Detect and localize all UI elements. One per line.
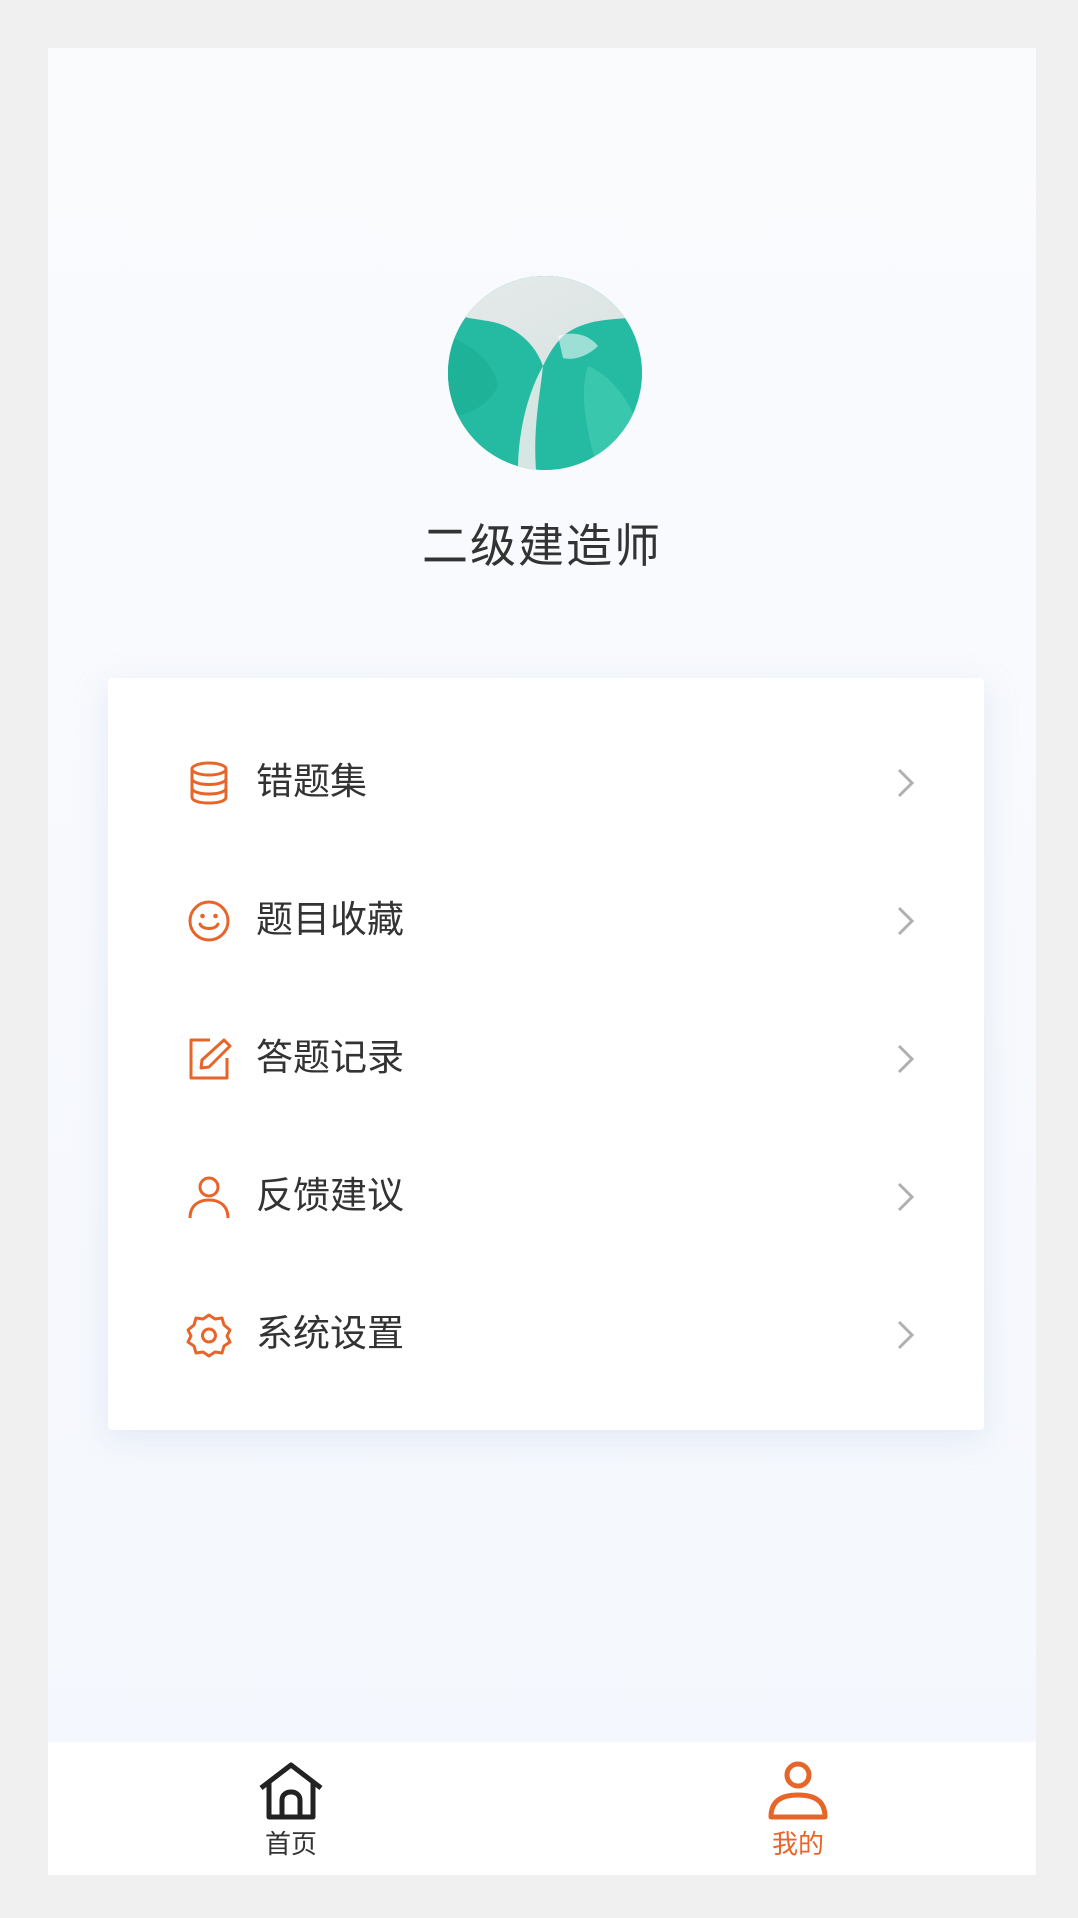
menu-item-label: 反馈建议	[256, 1174, 404, 1217]
menu-item-label: 答题记录	[256, 1036, 404, 1079]
profile-header: 二级建造师	[48, 48, 1036, 648]
home-icon	[259, 1762, 323, 1820]
database-icon	[190, 761, 228, 805]
chevron-right-icon	[897, 1320, 915, 1350]
chevron-right-icon	[897, 768, 915, 798]
gear-icon	[186, 1313, 232, 1358]
mine-screen: 二级建造师 错题集 题目收藏 答题记录 反馈建议 系统设置 首页 我的	[48, 48, 1036, 1875]
tab-mine[interactable]: 我的	[698, 1742, 898, 1875]
tab-label: 我的	[771, 1830, 824, 1860]
menu-item-wrong-questions[interactable]: 错题集	[108, 714, 984, 852]
bottom-tab-bar: 首页 我的	[48, 1742, 1036, 1875]
menu-item-feedback[interactable]: 反馈建议	[108, 1128, 984, 1266]
menu-item-label: 系统设置	[256, 1312, 404, 1355]
chevron-right-icon	[897, 1182, 915, 1212]
menu-item-favorites[interactable]: 题目收藏	[108, 852, 984, 990]
menu-card: 错题集 题目收藏 答题记录 反馈建议 系统设置	[108, 678, 984, 1430]
avatar[interactable]	[448, 276, 642, 470]
menu-item-settings[interactable]: 系统设置	[108, 1266, 984, 1404]
person-icon	[768, 1761, 828, 1820]
menu-item-label: 题目收藏	[256, 898, 404, 941]
avatar-image	[448, 276, 642, 470]
menu-item-answer-history[interactable]: 答题记录	[108, 990, 984, 1128]
chevron-right-icon	[897, 1044, 915, 1074]
tab-label: 首页	[264, 1830, 317, 1860]
user-icon	[188, 1176, 230, 1219]
menu-item-label: 错题集	[256, 760, 367, 803]
smile-icon	[188, 900, 230, 942]
edit-icon	[189, 1038, 232, 1080]
chevron-right-icon	[897, 906, 915, 936]
tab-home[interactable]: 首页	[191, 1742, 391, 1875]
username: 二级建造师	[422, 519, 662, 573]
